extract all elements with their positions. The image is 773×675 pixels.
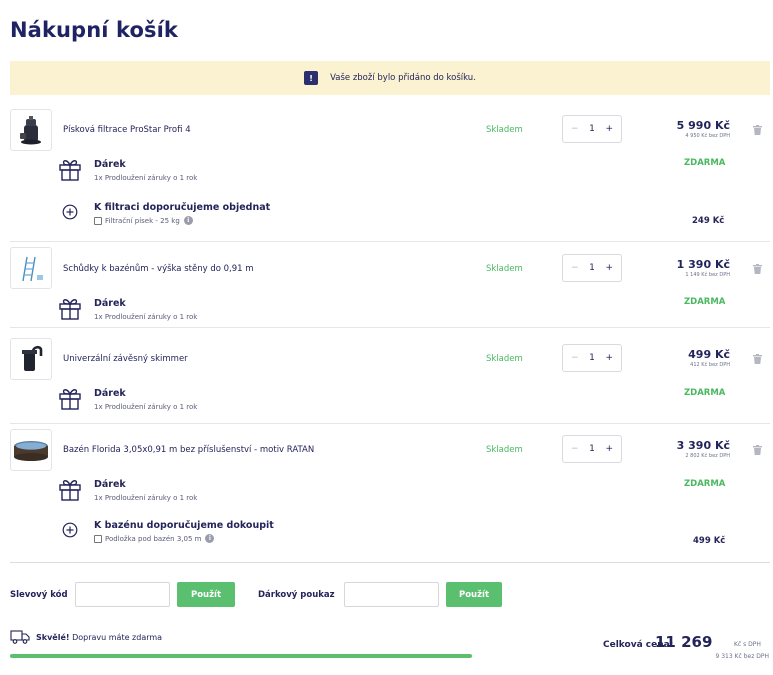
recommendation-option[interactable]: Podložka pod bazén 3,05 m i [94,534,215,543]
gift-price: ZDARMA [684,479,726,489]
discount-code-input[interactable] [75,582,170,607]
price-without-vat: 412 Kč bez DPH [690,362,730,368]
price-with-vat: 3 390 Kč [676,439,730,452]
qty-minus-button[interactable]: − [571,353,579,363]
stock-status: Skladem [486,264,523,274]
item-price: 499 Kč 412 Kč bez DPH [688,348,730,368]
total-without-vat: 9 313 Kč bez DPH [715,653,769,660]
gift-desc: 1x Prodloužení záruky o 1 rok [94,403,198,411]
gift-desc: 1x Prodloužení záruky o 1 rok [94,313,198,321]
free-shipping-bold: Skvělé! [36,632,70,642]
recommendation-price: 499 Kč [693,536,726,546]
discount-code-label: Slevový kód [10,590,68,600]
gift-price: ZDARMA [684,297,726,307]
info-icon[interactable]: i [183,216,193,225]
recommendation-title: K bazénu doporučujeme dokoupit [94,520,274,531]
qty-minus-button[interactable]: − [571,444,579,454]
product-image-skimmer[interactable] [10,338,52,380]
trash-icon[interactable] [753,354,762,364]
free-shipping-text: Skvělé! Dopravu máte zdarma [36,633,162,642]
added-notice: ! Vaše zboží bylo přidáno do košíku. [10,61,770,95]
plus-circle-icon[interactable] [62,522,78,538]
item-price: 3 390 Kč 2 802 Kč bez DPH [677,439,730,459]
stock-status: Skladem [486,354,523,364]
cart-item: Univerzální závěsný skimmer Skladem − 1 … [10,328,770,424]
product-name[interactable]: Schůdky k bazénům - výška stěny do 0,91 … [63,264,254,274]
product-name[interactable]: Univerzální závěsný skimmer [63,354,188,364]
option-label[interactable]: Filtrační písek - 25 kg [105,217,180,225]
info-icon[interactable]: i [205,534,215,543]
recommendation-option[interactable]: Filtrační písek - 25 kg i [94,216,193,225]
recommendation-title: K filtraci doporučujeme objednat [94,202,271,213]
qty-value[interactable]: 1 [589,444,595,454]
trash-icon[interactable] [753,445,762,455]
product-image-pool-ladder[interactable] [10,247,52,289]
gift-icon [59,299,81,320]
qty-value[interactable]: 1 [589,124,595,134]
notice-text: Vaše zboží bylo přidáno do košíku. [330,73,476,83]
qty-value[interactable]: 1 [589,263,595,273]
option-label[interactable]: Podložka pod bazén 3,05 m [105,535,201,543]
trash-icon[interactable] [753,125,762,135]
qty-plus-button[interactable]: + [605,444,613,454]
gift-voucher-input[interactable] [344,582,439,607]
gift-desc: 1x Prodloužení záruky o 1 rok [94,174,198,182]
item-price: 5 990 Kč 4 950 Kč bez DPH [677,119,730,139]
apply-voucher-button[interactable]: Použít [446,582,502,607]
qty-plus-button[interactable]: + [605,353,613,363]
product-image-sand-filter[interactable] [10,109,52,151]
gift-desc: 1x Prodloužení záruky o 1 rok [94,494,198,502]
total-vat-suffix: Kč s DPH [734,641,761,648]
free-shipping-info: Skvělé! Dopravu máte zdarma [10,630,162,644]
quantity-stepper: − 1 + [562,254,622,282]
cart-item: Schůdky k bazénům - výška stěny do 0,91 … [10,242,770,328]
gift-icon [59,160,81,181]
shipping-progress-fill [10,654,472,658]
item-price: 1 390 Kč 1 149 Kč bez DPH [677,258,730,278]
price-with-vat: 1 390 Kč [676,258,730,271]
price-without-vat: 1 149 Kč bez DPH [685,272,730,278]
product-name[interactable]: Bazén Florida 3,05x0,91 m bez příslušens… [63,445,314,455]
free-shipping-message: Dopravu máte zdarma [69,632,163,642]
gift-title: Dárek [94,479,126,490]
page-title: Nákupní košík [10,18,178,42]
qty-plus-button[interactable]: + [605,263,613,273]
option-checkbox[interactable] [94,534,102,543]
cart-item: Bazén Florida 3,05x0,91 m bez příslušens… [10,424,770,562]
stock-status: Skladem [486,125,523,135]
qty-value[interactable]: 1 [589,353,595,363]
total-price: 11 269 [655,633,713,651]
quantity-stepper: − 1 + [562,344,622,372]
price-without-vat: 2 802 Kč bez DPH [685,453,730,459]
quantity-stepper: − 1 + [562,435,622,463]
qty-minus-button[interactable]: − [571,124,579,134]
qty-minus-button[interactable]: − [571,263,579,273]
trash-icon[interactable] [753,264,762,274]
gift-price: ZDARMA [684,158,726,168]
gift-icon [59,389,81,410]
qty-plus-button[interactable]: + [605,124,613,134]
recommendation-price: 249 Kč [692,216,725,226]
gift-title: Dárek [94,159,126,170]
price-with-vat: 499 Kč [688,348,730,361]
cart-item: Písková filtrace ProStar Profi 4 Skladem… [10,105,770,242]
plus-circle-icon[interactable] [62,204,78,220]
gift-price: ZDARMA [684,388,726,398]
shipping-progress-bar [10,654,472,658]
notice-badge: ! [304,71,319,85]
quantity-stepper: − 1 + [562,115,622,143]
price-with-vat: 5 990 Kč [676,119,730,132]
gift-voucher-label: Dárkový poukaz [258,590,335,600]
gift-title: Dárek [94,388,126,399]
option-checkbox[interactable] [94,216,102,225]
stock-status: Skladem [486,445,523,455]
apply-discount-button[interactable]: Použít [177,582,235,607]
truck-icon [10,630,30,644]
gift-icon [59,480,81,501]
section-divider [10,562,770,563]
gift-title: Dárek [94,298,126,309]
product-name[interactable]: Písková filtrace ProStar Profi 4 [63,125,191,135]
price-without-vat: 4 950 Kč bez DPH [685,133,730,139]
product-image-pool[interactable] [10,429,52,471]
